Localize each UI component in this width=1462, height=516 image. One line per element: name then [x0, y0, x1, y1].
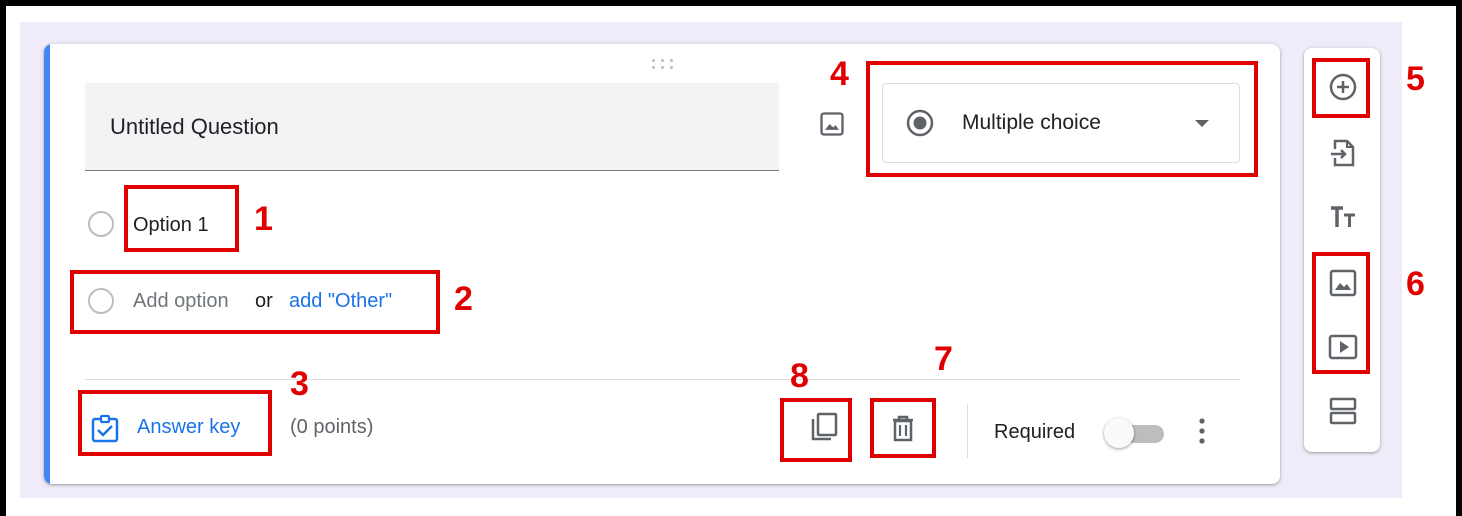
annotation-number-4: 4 — [830, 55, 849, 93]
annotation-number-3: 3 — [290, 365, 309, 403]
question-title-input[interactable]: Untitled Question — [85, 83, 779, 171]
more-options-icon[interactable] — [1192, 414, 1212, 448]
annotation-box-question-type — [866, 61, 1258, 177]
annotation-box-add-option — [70, 270, 440, 334]
option-1-radio[interactable] — [88, 211, 114, 237]
import-questions-icon[interactable] — [1326, 136, 1360, 170]
annotation-box-delete — [870, 398, 936, 458]
required-toggle-knob[interactable] — [1104, 418, 1134, 448]
annotation-number-1: 1 — [254, 200, 273, 238]
drag-handle-icon[interactable] — [650, 57, 678, 71]
add-title-description-icon[interactable] — [1326, 200, 1360, 234]
annotation-number-7: 7 — [934, 340, 953, 378]
question-title-text: Untitled Question — [110, 114, 279, 139]
annotation-number-6: 6 — [1406, 265, 1425, 303]
points-label: (0 points) — [290, 416, 374, 438]
annotation-box-media — [1312, 252, 1370, 374]
annotation-box-duplicate — [780, 398, 852, 462]
active-card-accent — [44, 44, 50, 484]
add-section-icon[interactable] — [1326, 394, 1360, 428]
annotation-box-option — [124, 185, 239, 252]
annotation-number-8: 8 — [790, 357, 809, 395]
annotation-box-answer-key — [78, 390, 272, 456]
card-footer-divider — [85, 379, 1240, 380]
annotation-box-add-question — [1312, 58, 1370, 118]
add-image-to-question-icon[interactable] — [818, 110, 846, 138]
annotation-number-2: 2 — [454, 280, 473, 318]
annotation-number-5: 5 — [1406, 60, 1425, 98]
footer-vertical-divider — [967, 404, 968, 458]
required-label: Required — [994, 421, 1076, 443]
